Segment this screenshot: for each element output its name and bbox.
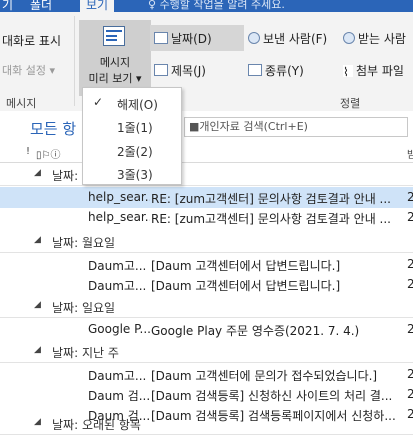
group-row[interactable]: ◢ 날짜: 지난 주 — [0, 341, 413, 363]
mail-subject: RE: [zum고객센터] 문의사항 검토결과 안내 ... — [151, 192, 391, 206]
group-label: 날짜: 오래된 항목 — [52, 418, 141, 432]
tell-me-text: 수행할 작업을 알려 주세요. — [159, 0, 285, 11]
mail-subject: RE: [zum고객센터] 문의사항 검토결과 안내 ... — [151, 212, 391, 226]
sort-by-attachment-button[interactable]: ⌇ 첨부 파일 — [343, 62, 404, 79]
mail-row[interactable]: Daum고... [Daum 고객센터에서 답변드립니다.] 2 — [0, 274, 413, 295]
mail-sender: help_sear... — [88, 210, 150, 224]
menu-item-3-lines[interactable]: 3줄(3) — [83, 162, 181, 184]
mail-date: 2 — [407, 387, 413, 401]
tab-view[interactable]: 보기 — [80, 0, 115, 12]
mail-date: 2 — [407, 210, 413, 224]
calendar-icon — [154, 32, 168, 44]
sort-by-from-button[interactable]: 보낸 사람(F) — [248, 30, 327, 47]
mail-list-header: 모든 항 ■개인자료 검색(Ctrl+E) — [0, 111, 413, 145]
mail-row[interactable]: Google P... Google Play 주문 영수증(2021. 7. … — [0, 319, 413, 340]
collapse-arrow-icon[interactable]: ◢ — [34, 235, 41, 245]
mail-sender: Daum고... — [88, 369, 147, 383]
mail-sender: Daum고... — [88, 259, 147, 273]
message-preview-label-line2: 미리 보기 ▾ — [88, 72, 142, 85]
mail-subject: Google Play 주문 영수증(2021. 7. 4.) — [151, 324, 360, 338]
subject-icon — [154, 64, 168, 76]
ribbon-tab-strip: 기 폴더 보기 ♀ 수행할 작업을 알려 주세요. — [0, 0, 413, 12]
mail-date: 2 — [407, 190, 413, 204]
mail-date: 2 — [407, 367, 413, 381]
mail-subject: [Daum 고객센터에서 답변드립니다.] — [151, 259, 341, 273]
chevron-down-icon: ▾ — [135, 72, 142, 85]
person-icon — [248, 32, 260, 44]
ribbon-divider — [74, 16, 75, 106]
menu-item-2-lines[interactable]: 2줄(2) — [83, 139, 181, 161]
mail-row[interactable]: Daum고... [Daum 고객센터에 문의가 접수되었습니다.] 2 — [0, 364, 413, 385]
show-as-conversations-button[interactable]: 대화로 표시 — [2, 32, 61, 49]
message-preview-icon — [103, 26, 125, 46]
group-label-message: 메시지 — [6, 97, 37, 110]
message-preview-menu: ✓ 해제(O) 1줄(1) 2줄(2) 3줄(3) — [82, 87, 182, 185]
mail-row[interactable]: help_sear... RE: [zum고객센터] 문의사항 검토결과 안내 … — [0, 207, 413, 228]
sort-by-type-button[interactable]: 종류(Y) — [248, 62, 304, 79]
sort-by-to-button[interactable]: 받는 사람 — [343, 30, 406, 47]
menu-item-1-line[interactable]: 1줄(1) — [83, 115, 181, 137]
importance-column-header[interactable]: ! — [26, 146, 30, 157]
menu-item-label: 3줄(3) — [117, 168, 153, 182]
menu-item-label: 해제(O) — [117, 98, 158, 112]
checkmark-icon: ✓ — [93, 95, 104, 109]
mail-date: 2 — [407, 257, 413, 271]
ribbon: 대화로 표시 대화 설정 ▾ 메시지 메시지 미리 보기 ▾ 날짜(D) 보낸 … — [0, 12, 413, 112]
mail-row[interactable]: help_sear... RE: [zum고객센터] 문의사항 검토결과 안내 … — [0, 187, 413, 208]
menu-item-off[interactable]: ✓ 해제(O) — [83, 92, 181, 114]
group-label: 날짜: 지난 주 — [52, 346, 119, 360]
collapse-arrow-icon[interactable]: ◢ — [34, 417, 41, 427]
group-label: 날짜: 일요일 — [52, 301, 116, 315]
tab-folder[interactable]: 폴더 — [30, 0, 52, 12]
sort-by-subject-button[interactable]: 제목(J) — [154, 62, 206, 79]
menu-item-label: 1줄(1) — [117, 121, 153, 135]
message-preview-label-line1: 메시지 — [99, 56, 131, 69]
group-label: 날짜: 월요일 — [52, 236, 116, 250]
mail-subject: [Daum 고객센터에서 답변드립니다.] — [151, 279, 341, 293]
conversation-settings-button[interactable]: 대화 설정 ▾ — [2, 62, 55, 78]
search-input[interactable]: ■개인자료 검색(Ctrl+E) — [184, 117, 408, 137]
paperclip-icon: ⌇ — [343, 65, 353, 79]
mail-subject: [Daum 검색등록] 신청하신 사이트의 처리 결... — [151, 389, 393, 403]
mail-subject: [Daum 고객센터에 문의가 접수되었습니다.] — [151, 369, 378, 383]
mail-sender: Daum 검... — [88, 389, 150, 403]
menu-item-label: 2줄(2) — [117, 145, 153, 159]
mail-date: 2 — [407, 277, 413, 291]
all-tab[interactable]: 모든 항 — [30, 118, 76, 139]
message-preview-button[interactable]: 메시지 미리 보기 ▾ — [79, 20, 151, 96]
icon-column-header[interactable]: ▯⚐ⓘ — [36, 146, 60, 161]
date-column-header[interactable]: 받 — [407, 146, 413, 161]
type-icon — [248, 64, 262, 76]
mail-row[interactable]: Daum고... [Daum 고객센터에서 답변드립니다.] 2 — [0, 254, 413, 275]
mail-sender: Google P... — [88, 322, 150, 336]
person-icon — [343, 32, 355, 44]
group-row[interactable]: ◢ 날짜: 오래된 항목 — [0, 413, 413, 435]
column-headers: ! ▯⚐ⓘ 받 — [0, 145, 413, 163]
group-row[interactable]: ◢ 날짜: 어제 — [0, 164, 413, 186]
group-label-arrange: 정렬 — [340, 97, 361, 110]
tell-me-box[interactable]: ♀ 수행할 작업을 알려 주세요. — [148, 0, 285, 12]
mail-row[interactable]: Daum 검... [Daum 검색등록] 신청하신 사이트의 처리 결... … — [0, 384, 413, 405]
group-row[interactable]: ◢ 날짜: 일요일 — [0, 296, 413, 318]
collapse-arrow-icon[interactable]: ◢ — [34, 300, 41, 310]
collapse-arrow-icon[interactable]: ◢ — [34, 168, 41, 178]
mail-date: 2 — [407, 322, 413, 336]
tab-home[interactable]: 기 — [2, 0, 13, 12]
mail-sender: help_sear... — [88, 190, 150, 204]
sort-by-date-button[interactable]: 날짜(D) — [154, 30, 212, 47]
lightbulb-icon: ♀ — [148, 0, 160, 11]
collapse-arrow-icon[interactable]: ◢ — [34, 345, 41, 355]
group-row[interactable]: ◢ 날짜: 월요일 — [0, 231, 413, 253]
mail-sender: Daum고... — [88, 279, 147, 293]
